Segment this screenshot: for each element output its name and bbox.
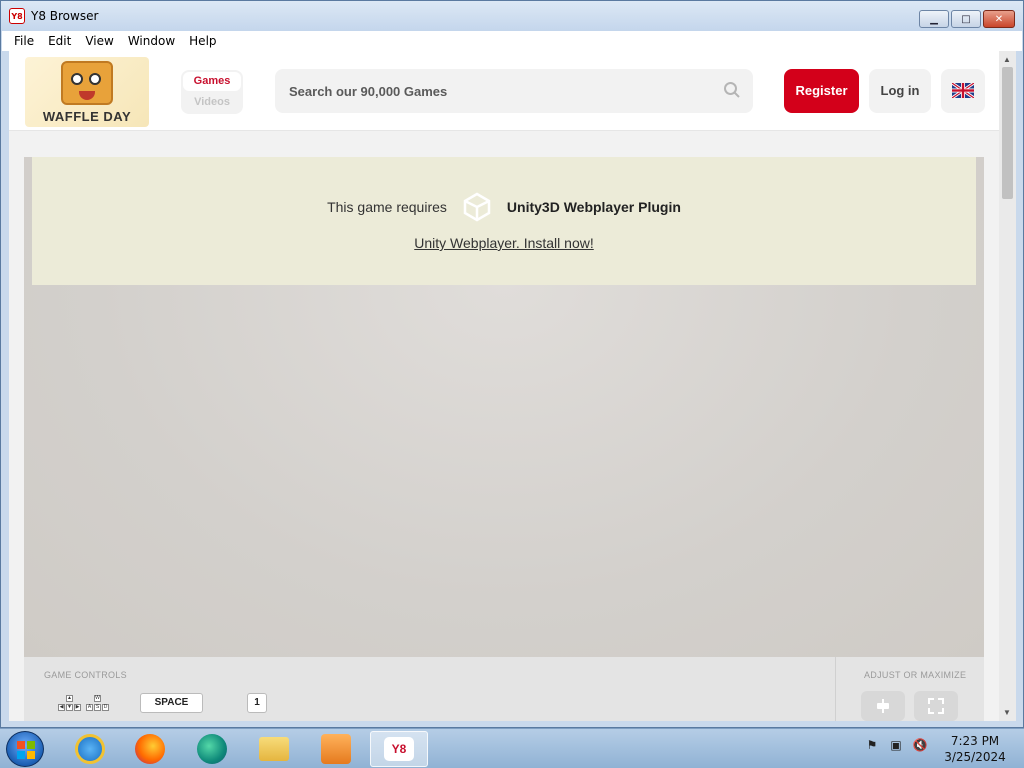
menu-view[interactable]: View <box>85 34 113 48</box>
taskbar: Y8 ⚑ ▣ 🔇 7:23 PM 3/25/2024 <box>0 728 1024 768</box>
space-key: SPACE <box>140 693 203 713</box>
title-bar[interactable]: Y8 Y8 Browser ▁ □ ✕ <box>1 1 1023 31</box>
action-center-flag-icon[interactable]: ⚑ <box>864 737 880 753</box>
search-input[interactable] <box>275 69 715 113</box>
menu-window[interactable]: Window <box>128 34 175 48</box>
movement-keys: ▲ ◀ ▼ ▶ W A S D <box>58 695 110 713</box>
firefox-icon[interactable] <box>124 731 176 767</box>
windows-logo-icon <box>17 741 35 759</box>
waffle-day-logo[interactable]: WAFFLE DAY <box>25 57 149 127</box>
game-controls-bar: GAME CONTROLS ▲ ◀ ▼ ▶ W A S D SPACE 1 AD… <box>24 657 984 721</box>
adjust-maximize-label: ADJUST OR MAXIMIZE <box>864 670 967 680</box>
maximize-button[interactable]: □ <box>951 10 981 28</box>
internet-explorer-icon[interactable] <box>64 731 116 767</box>
y8-app-icon: Y8 <box>9 8 25 24</box>
unity-logo-icon <box>463 192 491 222</box>
maximize-game-button[interactable] <box>914 691 958 721</box>
site-header: WAFFLE DAY Games Videos Register Log in <box>9 51 999 131</box>
login-button[interactable]: Log in <box>869 69 931 113</box>
nav-games-tab[interactable]: Games <box>183 72 241 91</box>
scroll-down-icon[interactable]: ▼ <box>1003 708 1011 717</box>
network-icon[interactable]: ▣ <box>888 737 904 753</box>
minimize-button[interactable]: ▁ <box>919 10 949 28</box>
register-button[interactable]: Register <box>784 69 859 113</box>
edge-icon[interactable] <box>186 731 238 767</box>
uk-flag-icon <box>952 83 974 98</box>
scroll-up-icon[interactable]: ▲ <box>1003 55 1011 64</box>
nav-videos-tab[interactable]: Videos <box>183 93 241 112</box>
system-clock[interactable]: 7:23 PM 3/25/2024 <box>940 733 1010 765</box>
wasd-keys-icon: W A S D <box>86 695 109 711</box>
volume-muted-icon[interactable]: 🔇 <box>912 737 928 753</box>
y8-taskbar-icon: Y8 <box>384 737 414 761</box>
content-type-toggle: Games Videos <box>181 70 243 114</box>
close-button[interactable]: ✕ <box>983 10 1015 28</box>
search-icon[interactable] <box>723 81 741 99</box>
page-viewport: WAFFLE DAY Games Videos Register Log in <box>9 51 999 721</box>
logo-text: WAFFLE DAY <box>42 109 132 124</box>
menu-edit[interactable]: Edit <box>48 34 71 48</box>
plugin-name: Unity3D Webplayer Plugin <box>506 199 681 215</box>
file-explorer-icon[interactable] <box>248 731 300 767</box>
game-controls-label: GAME CONTROLS <box>44 670 127 680</box>
system-tray: ⚑ ▣ 🔇 <box>864 737 928 753</box>
waffle-mascot-icon <box>61 61 113 105</box>
media-player-icon[interactable] <box>310 731 362 767</box>
one-key: 1 <box>247 693 267 713</box>
game-frame[interactable]: This game requires Unity3D Webplayer Plu… <box>24 157 984 657</box>
fullscreen-icon <box>928 698 944 714</box>
plugin-requires-text: This game requires <box>327 199 447 215</box>
menu-bar: File Edit View Window Help <box>2 31 1022 51</box>
install-unity-link[interactable]: Unity Webplayer. Install now! <box>32 235 976 251</box>
plugin-required-banner: This game requires Unity3D Webplayer Plu… <box>32 157 976 285</box>
scroll-thumb[interactable] <box>1002 67 1013 199</box>
start-button[interactable] <box>6 731 44 767</box>
adjust-size-button[interactable] <box>861 691 905 721</box>
menu-file[interactable]: File <box>14 34 34 48</box>
clock-date: 3/25/2024 <box>944 750 1006 764</box>
resize-icon <box>877 699 889 713</box>
vertical-scrollbar[interactable]: ▲ ▼ <box>999 51 1016 721</box>
arrow-keys-icon: ▲ ◀ ▼ ▶ <box>58 695 81 711</box>
y8-browser-taskbar-item[interactable]: Y8 <box>370 731 428 767</box>
search-box <box>275 69 753 113</box>
controls-divider <box>835 657 836 721</box>
browser-window: Y8 Y8 Browser ▁ □ ✕ File Edit View Windo… <box>0 0 1024 728</box>
language-button[interactable] <box>941 69 985 113</box>
window-title: Y8 Browser <box>31 9 99 23</box>
menu-help[interactable]: Help <box>189 34 216 48</box>
clock-time: 7:23 PM <box>950 734 1000 748</box>
